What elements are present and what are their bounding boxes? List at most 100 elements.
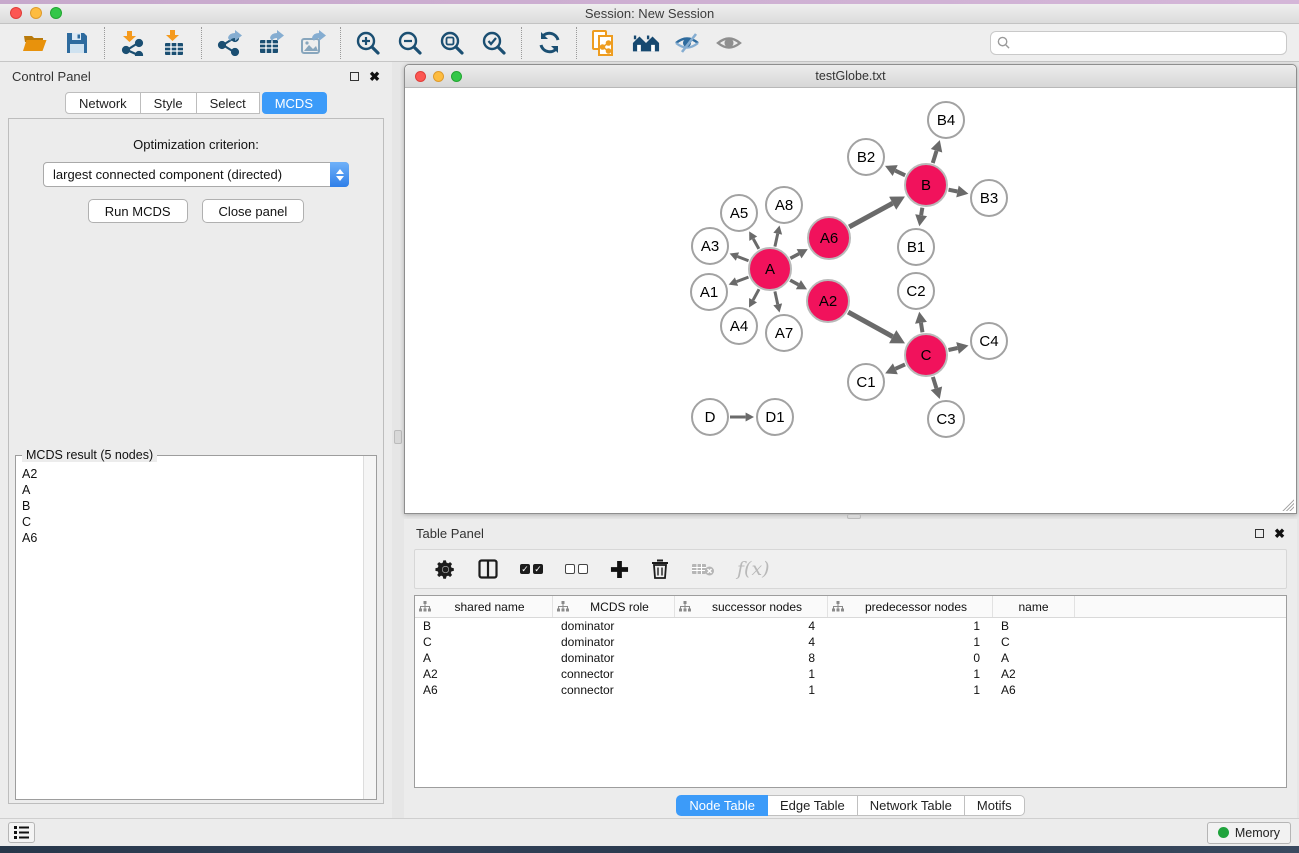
mcds-result-scrollbar[interactable] bbox=[363, 456, 376, 799]
graph-edge-C-C1[interactable] bbox=[895, 364, 905, 368]
tab-network-table[interactable]: Network Table bbox=[858, 795, 965, 816]
save-session-button[interactable] bbox=[63, 29, 91, 57]
show-starter-panel-button[interactable] bbox=[632, 29, 660, 57]
export-image-button[interactable] bbox=[299, 29, 327, 57]
search-field[interactable] bbox=[990, 31, 1287, 55]
close-panel-button[interactable]: Close panel bbox=[202, 199, 305, 223]
import-table-button[interactable] bbox=[160, 29, 188, 57]
show-task-history-button[interactable] bbox=[8, 822, 35, 843]
zoom-fit-button[interactable] bbox=[438, 29, 466, 57]
run-mcds-button[interactable]: Run MCDS bbox=[88, 199, 188, 223]
zoom-window-icon[interactable] bbox=[50, 7, 62, 19]
table-settings-button[interactable] bbox=[435, 559, 456, 580]
network-window-titlebar[interactable]: testGlobe.txt bbox=[405, 65, 1296, 88]
graph-node-D1[interactable]: D1 bbox=[756, 398, 794, 436]
graph-node-B2[interactable]: B2 bbox=[847, 138, 885, 176]
graph-edge-A-A7[interactable] bbox=[775, 291, 778, 304]
column-header-mcds_role[interactable]: MCDS role bbox=[553, 596, 675, 617]
table-row[interactable]: A2connector11A2 bbox=[415, 666, 1286, 682]
mcds-result-item[interactable]: B bbox=[22, 498, 359, 514]
delete-table-button[interactable] bbox=[691, 561, 715, 577]
splitpane-divider-vertical[interactable] bbox=[392, 62, 404, 818]
mcds-result-list[interactable]: A2ABCA6 bbox=[16, 456, 363, 799]
graph-node-C1[interactable]: C1 bbox=[847, 363, 885, 401]
graph-node-B4[interactable]: B4 bbox=[927, 101, 965, 139]
graph-node-C3[interactable]: C3 bbox=[927, 400, 965, 438]
table-row[interactable]: A6connector11A6 bbox=[415, 682, 1286, 698]
graph-node-A8[interactable]: A8 bbox=[765, 186, 803, 224]
delete-columns-button[interactable] bbox=[651, 559, 669, 579]
zoom-in-button[interactable] bbox=[354, 29, 382, 57]
close-panel-icon[interactable]: ✖ bbox=[1274, 527, 1285, 540]
tab-network[interactable]: Network bbox=[65, 92, 141, 114]
graph-edge-A-A4[interactable] bbox=[753, 289, 759, 300]
graph-node-A7[interactable]: A7 bbox=[765, 314, 803, 352]
graph-edge-B-B1[interactable] bbox=[921, 208, 922, 216]
network-canvas[interactable]: B4B2BB3A8A5A6A3B1AA1C2A2A4A7C4CC1C3DD1 bbox=[405, 88, 1296, 513]
select-all-button[interactable]: ✓ ✓ bbox=[520, 564, 543, 574]
graph-edge-B-B2[interactable] bbox=[895, 171, 905, 176]
function-builder-button[interactable]: f(x) bbox=[737, 558, 770, 580]
minimize-window-icon[interactable] bbox=[30, 7, 42, 19]
graph-node-C2[interactable]: C2 bbox=[897, 272, 935, 310]
tab-select[interactable]: Select bbox=[197, 92, 260, 114]
tab-mcds[interactable]: MCDS bbox=[262, 92, 327, 114]
graph-node-D[interactable]: D bbox=[691, 398, 729, 436]
graph-node-A[interactable]: A bbox=[748, 247, 792, 291]
criterion-select[interactable]: largest connected component (directed) bbox=[43, 162, 349, 187]
import-network-button[interactable] bbox=[118, 29, 146, 57]
splitpane-divider-horizontal[interactable] bbox=[404, 514, 1297, 519]
graph-node-B3[interactable]: B3 bbox=[970, 179, 1008, 217]
splitpane-handle-icon[interactable] bbox=[394, 430, 402, 444]
show-column-panel-button[interactable] bbox=[478, 559, 498, 579]
graph-edge-A-A8[interactable] bbox=[775, 234, 778, 247]
graph-node-A3[interactable]: A3 bbox=[691, 227, 729, 265]
deselect-all-button[interactable] bbox=[565, 564, 588, 574]
tab-motifs[interactable]: Motifs bbox=[965, 795, 1025, 816]
close-panel-icon[interactable]: ✖ bbox=[369, 70, 380, 83]
export-network-button[interactable] bbox=[215, 29, 243, 57]
tab-style[interactable]: Style bbox=[141, 92, 197, 114]
zoom-selected-button[interactable] bbox=[480, 29, 508, 57]
network-minimize-icon[interactable] bbox=[433, 71, 444, 82]
graph-node-A2[interactable]: A2 bbox=[806, 279, 850, 323]
graph-node-B[interactable]: B bbox=[904, 163, 948, 207]
close-window-icon[interactable] bbox=[10, 7, 22, 19]
add-column-button[interactable] bbox=[610, 560, 629, 579]
tab-node-table[interactable]: Node Table bbox=[676, 795, 768, 816]
graph-edge-A6-B[interactable] bbox=[849, 203, 892, 227]
table-row[interactable]: Cdominator41C bbox=[415, 634, 1286, 650]
export-table-button[interactable] bbox=[257, 29, 285, 57]
splitpane-handle-icon[interactable] bbox=[847, 514, 861, 519]
graph-edge-A-A6[interactable] bbox=[790, 254, 799, 259]
graph-edge-A-A5[interactable] bbox=[753, 239, 759, 249]
column-header-successor_nodes[interactable]: successor nodes bbox=[675, 596, 828, 617]
table-row[interactable]: Bdominator41B bbox=[415, 618, 1286, 634]
new-session-from-network-button[interactable] bbox=[590, 29, 618, 57]
float-panel-icon[interactable] bbox=[350, 72, 359, 81]
graph-edge-B-B4[interactable] bbox=[933, 151, 937, 163]
graph-node-B1[interactable]: B1 bbox=[897, 228, 935, 266]
mcds-result-item[interactable]: A6 bbox=[22, 530, 359, 546]
graph-node-A1[interactable]: A1 bbox=[690, 273, 728, 311]
graph-edge-B-B3[interactable] bbox=[949, 190, 958, 192]
mcds-result-item[interactable]: A bbox=[22, 482, 359, 498]
resize-grip-icon[interactable] bbox=[1281, 498, 1294, 511]
open-session-button[interactable] bbox=[21, 29, 49, 57]
column-header-predecessor_nodes[interactable]: predecessor nodes bbox=[828, 596, 993, 617]
show-panels-button[interactable] bbox=[716, 29, 744, 57]
mcds-result-item[interactable]: C bbox=[22, 514, 359, 530]
graph-node-C[interactable]: C bbox=[904, 333, 948, 377]
zoom-out-button[interactable] bbox=[396, 29, 424, 57]
table-row[interactable]: Adominator80A bbox=[415, 650, 1286, 666]
column-header-shared_name[interactable]: shared name bbox=[415, 596, 553, 617]
memory-button[interactable]: Memory bbox=[1207, 822, 1291, 844]
tab-edge-table[interactable]: Edge Table bbox=[768, 795, 858, 816]
column-header-name[interactable]: name bbox=[993, 596, 1075, 617]
search-input[interactable] bbox=[1010, 36, 1280, 50]
network-zoom-icon[interactable] bbox=[451, 71, 462, 82]
graph-edge-C-C4[interactable] bbox=[948, 348, 957, 350]
mcds-result-item[interactable]: A2 bbox=[22, 466, 359, 482]
graph-edge-C-C3[interactable] bbox=[933, 377, 937, 388]
graph-edge-C-C2[interactable] bbox=[921, 323, 922, 332]
